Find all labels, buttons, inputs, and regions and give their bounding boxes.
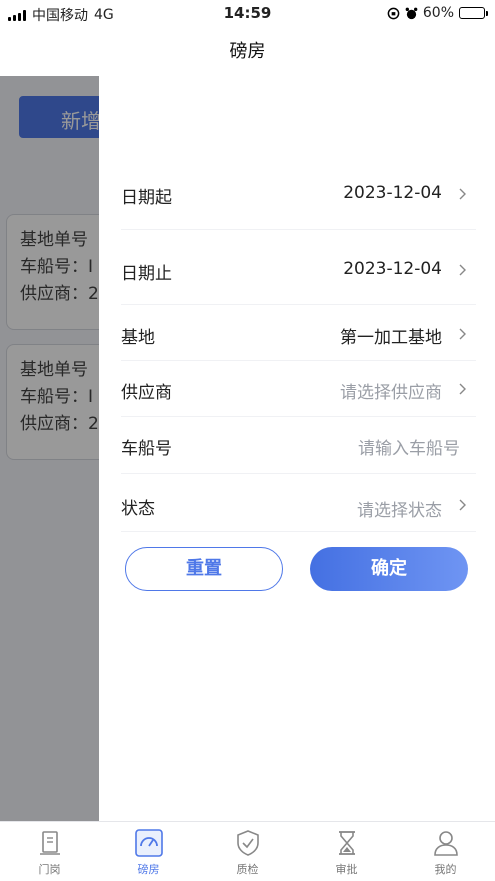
end-date-value: 2023-12-04 (343, 259, 442, 279)
confirm-button[interactable]: 确定 (310, 547, 468, 591)
vehicle-label: 车船号 (121, 439, 172, 459)
chevron-right-icon (458, 328, 468, 340)
filter-row-base[interactable]: 基地 第一加工基地 (121, 305, 476, 361)
reset-button[interactable]: 重置 (125, 547, 283, 591)
status-right: 60% (387, 5, 488, 21)
chevron-right-icon (458, 499, 468, 511)
base-value: 第一加工基地 (340, 328, 442, 348)
filter-row-start-date[interactable]: 日期起 2023-12-04 (121, 156, 476, 230)
tab-bar: 门岗 磅房 质检 审批 我的 (0, 821, 495, 881)
start-date-value: 2023-12-04 (343, 183, 442, 203)
gate-icon (39, 831, 60, 855)
vehicle-input[interactable]: 请输入车船号 (358, 434, 460, 459)
chevron-right-icon (458, 383, 468, 395)
modal-overlay[interactable] (0, 76, 99, 821)
status-placeholder: 请选择状态 (357, 501, 442, 521)
base-label: 基地 (121, 328, 155, 348)
alarm-icon (405, 7, 418, 19)
end-date-label: 日期止 (121, 264, 172, 284)
tab-approval-label: 审批 (335, 863, 358, 876)
hourglass-icon (338, 831, 355, 855)
start-date-label: 日期起 (121, 188, 172, 208)
chevron-right-icon (458, 264, 468, 276)
tab-mine[interactable]: 我的 (396, 822, 495, 881)
chevron-right-icon (458, 188, 468, 200)
battery-percent: 60% (422, 5, 454, 21)
tab-gate-label: 门岗 (38, 863, 61, 876)
tab-quality-label: 质检 (236, 863, 259, 876)
shield-check-icon (236, 830, 259, 856)
tab-quality[interactable]: 质检 (198, 822, 297, 881)
status-label: 状态 (121, 499, 155, 519)
filter-drawer: 日期起 2023-12-04 日期止 2023-12-04 基地 第一加工基地 … (99, 76, 495, 821)
status-bar: 中国移动 4G 14:59 60% (0, 0, 495, 26)
tab-mine-label: 我的 (434, 863, 457, 876)
page-title: 磅房 (229, 41, 266, 62)
supplier-placeholder: 请选择供应商 (340, 383, 442, 403)
tab-approval[interactable]: 审批 (297, 822, 396, 881)
scale-gauge-icon (134, 829, 163, 857)
filter-row-status[interactable]: 状态 请选择状态 (121, 474, 476, 532)
person-icon (433, 831, 458, 856)
rotation-lock-icon (387, 7, 400, 19)
filter-row-vehicle[interactable]: 车船号 请输入车船号 (121, 417, 476, 474)
supplier-label: 供应商 (121, 383, 172, 403)
filter-row-end-date[interactable]: 日期止 2023-12-04 (121, 230, 476, 305)
tab-gate[interactable]: 门岗 (0, 822, 99, 881)
battery-icon (459, 7, 488, 19)
tab-scale[interactable]: 磅房 (99, 822, 198, 881)
tab-scale-label: 磅房 (137, 863, 160, 876)
filter-row-supplier[interactable]: 供应商 请选择供应商 (121, 361, 476, 417)
